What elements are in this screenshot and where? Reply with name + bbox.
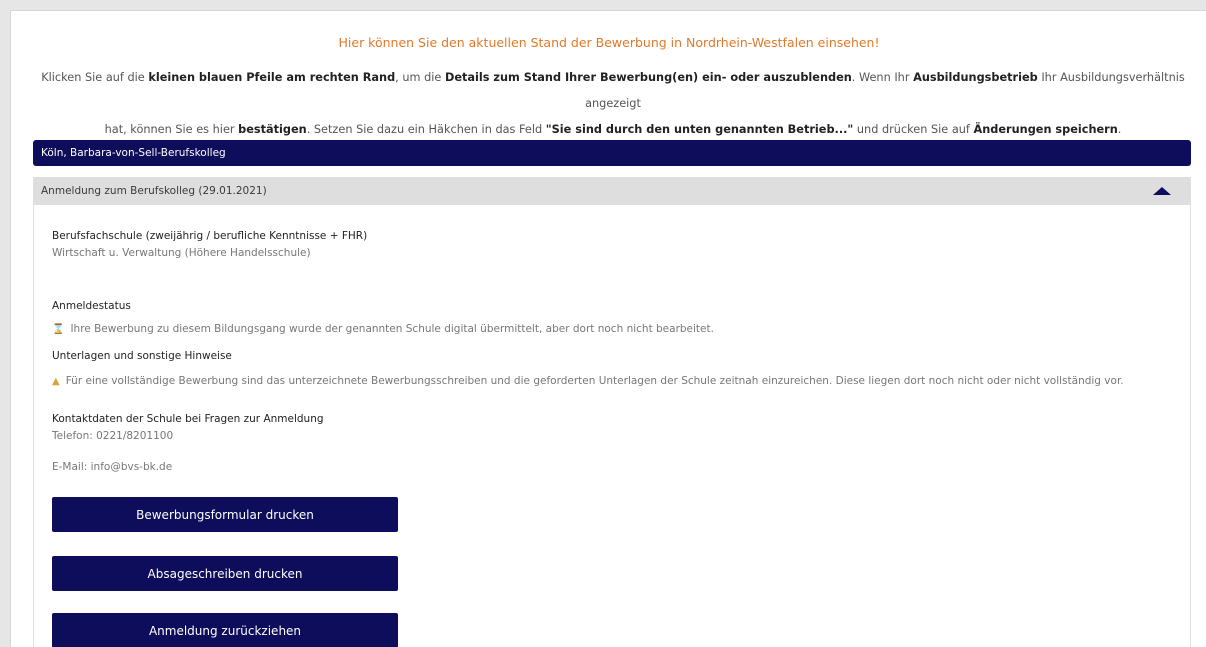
intro-emphasis: "Sie sind durch den unten genannten Betr…	[545, 123, 854, 136]
intro-text-segment: . Setzen Sie dazu ein Häkchen in das Fel…	[306, 123, 546, 136]
program-subtitle: Wirtschaft u. Verwaltung (Höhere Handels…	[52, 247, 311, 259]
notes-label: Unterlagen und sonstige Hinweise	[52, 350, 232, 362]
intro-text-segment: und drücken Sie auf	[853, 123, 974, 136]
page-headline: Hier können Sie den aktuellen Stand der …	[338, 35, 880, 50]
intro-emphasis: Änderungen speichern	[973, 123, 1118, 136]
intro-text-segment: hat, können Sie es hier	[104, 123, 239, 136]
print-application-form-button[interactable]: Bewerbungsformular drucken	[52, 497, 398, 532]
chevron-up-icon[interactable]	[1153, 187, 1171, 195]
intro-line-1: Klicken Sie auf die kleinen blauen Pfeil…	[31, 65, 1195, 117]
withdraw-application-button[interactable]: Anmeldung zurückziehen	[52, 613, 398, 647]
status-label: Anmeldestatus	[52, 300, 131, 312]
intro-text: Klicken Sie auf die kleinen blauen Pfeil…	[31, 65, 1195, 143]
application-accordion-header[interactable]: Anmeldung zum Berufskolleg (29.01.2021)	[33, 177, 1191, 205]
status-text: Ihre Bewerbung zu diesem Bildungsgang wu…	[70, 323, 714, 335]
intro-emphasis: Ausbildungsbetrieb	[913, 71, 1038, 84]
page-frame: Hier können Sie den aktuellen Stand der …	[10, 10, 1206, 647]
intro-text-segment: .	[1117, 123, 1122, 136]
intro-emphasis: bestätigen	[238, 123, 307, 136]
application-details-panel: Berufsfachschule (zweijährig / beruflich…	[33, 205, 1191, 647]
warning-icon: ▲	[52, 376, 60, 387]
contact-label: Kontaktdaten der Schule bei Fragen zur A…	[52, 413, 324, 425]
notes-row: ▲ Für eine vollständige Bewerbung sind da…	[52, 375, 1124, 387]
school-header-bar[interactable]: Köln, Barbara-von-Sell-Berufskolleg	[33, 140, 1191, 166]
notes-text: Für eine vollständige Bewerbung sind das…	[65, 375, 1124, 387]
program-title: Berufsfachschule (zweijährig / beruflich…	[52, 230, 368, 242]
contact-email: E-Mail: info@bvs-bk.de	[52, 461, 173, 473]
intro-text-segment: , um die	[395, 71, 445, 84]
hourglass-icon: ⌛	[52, 324, 65, 335]
intro-text-segment: . Wenn Ihr	[851, 71, 914, 84]
status-row: ⌛ Ihre Bewerbung zu diesem Bildungsgang w…	[52, 323, 714, 335]
print-rejection-letter-button[interactable]: Absageschreiben drucken	[52, 556, 398, 591]
intro-emphasis: kleinen blauen Pfeile am rechten Rand	[148, 71, 396, 84]
intro-text-segment: Klicken Sie auf die	[41, 71, 149, 84]
intro-emphasis: Details zum Stand Ihrer Bewerbung(en) ei…	[444, 71, 852, 84]
contact-phone: Telefon: 0221/8201100	[52, 430, 174, 442]
application-header-label: Anmeldung zum Berufskolleg (29.01.2021)	[41, 185, 267, 197]
